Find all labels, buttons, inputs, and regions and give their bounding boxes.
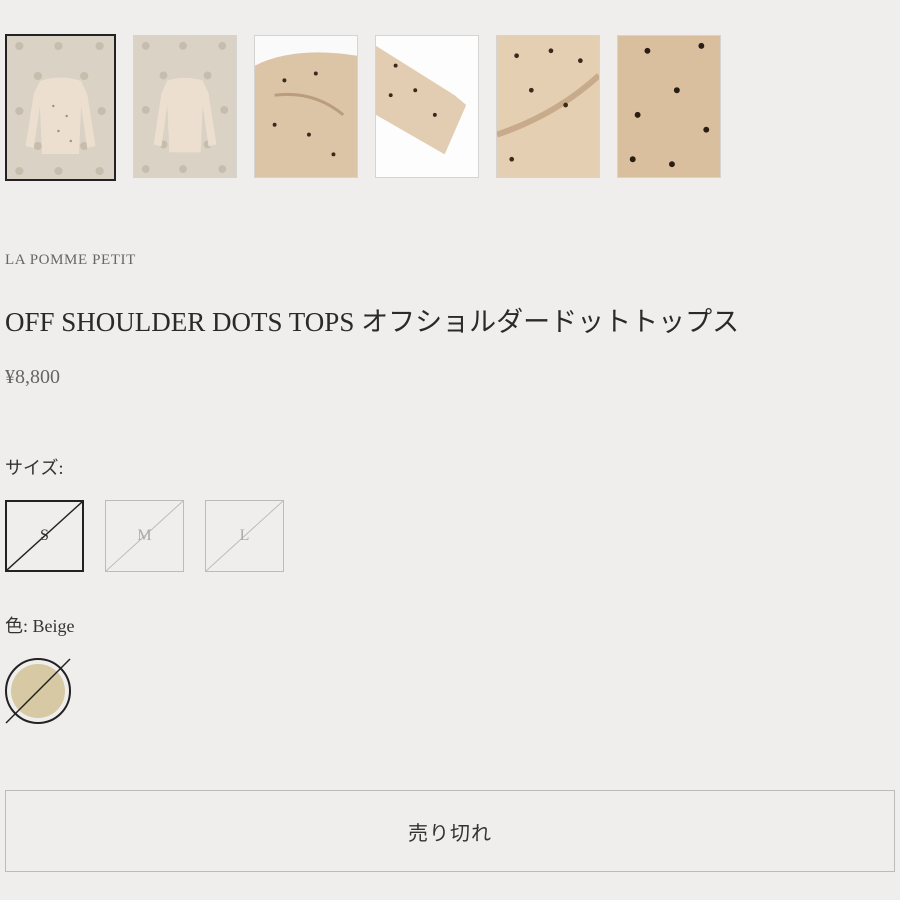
thumbnail-detail-gather[interactable] — [496, 35, 600, 178]
product-photo — [376, 36, 478, 177]
product-photo — [255, 36, 357, 177]
color-label-text: 色: — [5, 616, 29, 636]
size-option-label: L — [239, 527, 250, 544]
size-option-label: S — [40, 527, 49, 544]
thumbnail-front[interactable] — [5, 34, 116, 181]
product-photo — [618, 36, 720, 177]
size-label-text: サイズ: — [5, 458, 64, 478]
product-photo — [134, 36, 236, 177]
size-option-s[interactable]: S — [5, 500, 84, 572]
product-price: ¥8,800 — [5, 366, 60, 388]
sold-out-button[interactable]: 売り切れ — [5, 790, 895, 872]
product-photo — [7, 36, 114, 179]
product-photo — [497, 36, 599, 177]
size-option-m[interactable]: M — [105, 500, 184, 572]
size-option-label: M — [137, 527, 152, 544]
size-option-label: サイズ: — [5, 454, 63, 480]
size-option-l[interactable]: L — [205, 500, 284, 572]
size-selector: S M L — [5, 500, 284, 572]
thumbnail-detail-shoulder[interactable] — [254, 35, 358, 178]
thumbnail-detail-sleeve[interactable] — [375, 35, 479, 178]
color-value: Beige — [32, 616, 75, 636]
product-vendor: LA POMME PETIT — [5, 252, 136, 268]
thumbnail-back[interactable] — [133, 35, 237, 178]
product-gallery — [5, 34, 721, 181]
color-option-label: 色: Beige — [5, 612, 75, 638]
product-title: OFF SHOULDER DOTS TOPS オフショルダードットトップス — [5, 307, 740, 337]
color-swatch-beige[interactable] — [4, 657, 72, 725]
thumbnail-detail-fabric[interactable] — [617, 35, 721, 178]
